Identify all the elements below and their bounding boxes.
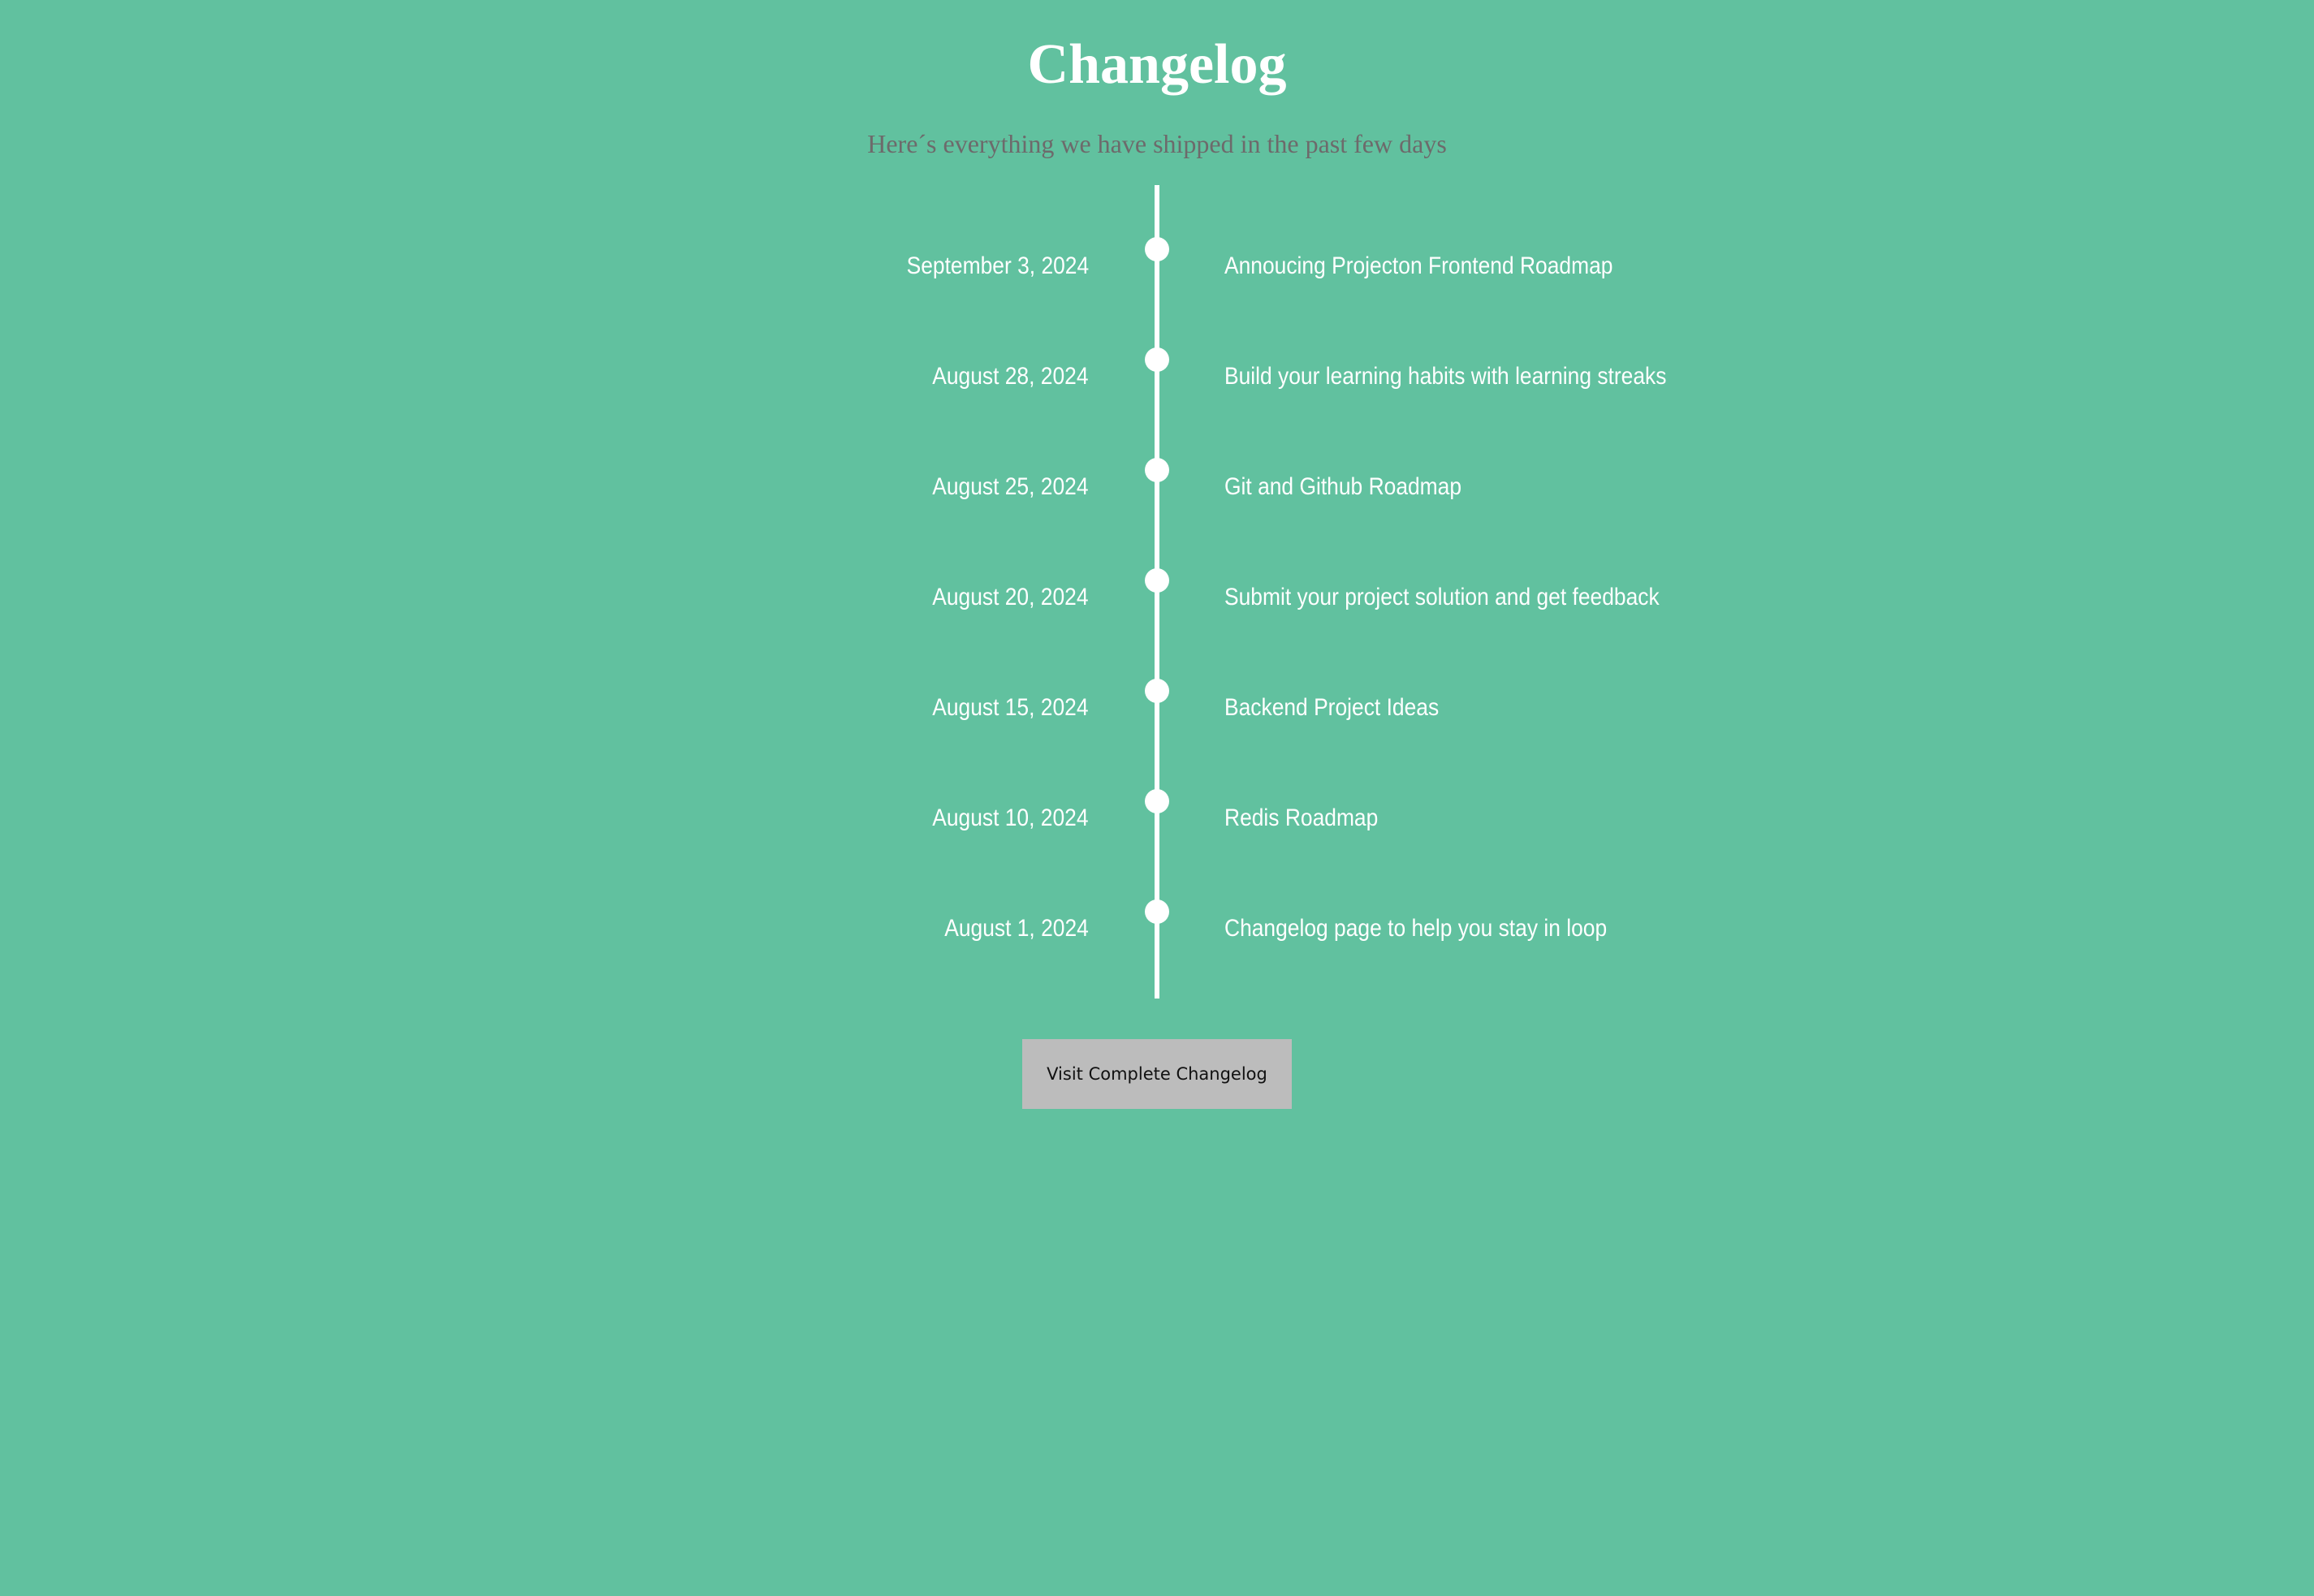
timeline-entry: August 25, 2024 Git and Github Roadmap [0, 419, 2314, 529]
timeline-dot-icon [1145, 789, 1169, 813]
entry-date: August 25, 2024 [932, 473, 1089, 500]
entry-title-link[interactable]: Build your learning habits with learning… [1224, 360, 1666, 393]
timeline-dot-icon [1145, 237, 1169, 261]
timeline-entry: August 28, 2024 Build your learning habi… [0, 308, 2314, 419]
entry-title-link[interactable]: Submit your project solution and get fee… [1224, 581, 1660, 614]
timeline-entry: August 1, 2024 Changelog page to help yo… [0, 861, 2314, 971]
timeline-entry: August 10, 2024 Redis Roadmap [0, 750, 2314, 861]
entry-title-link[interactable]: Git and Github Roadmap [1224, 471, 1461, 503]
timeline-dot-icon [1145, 899, 1169, 924]
page-title: Changelog [1027, 33, 1287, 96]
entry-date: August 1, 2024 [944, 915, 1089, 942]
entry-date: August 20, 2024 [932, 584, 1089, 610]
entry-title-link[interactable]: Backend Project Ideas [1224, 692, 1439, 724]
timeline-entry: August 20, 2024 Submit your project solu… [0, 529, 2314, 640]
page-subtitle: Here´s everything we have shipped in the… [867, 129, 1447, 158]
entry-title-link[interactable]: Annoucing Projecton Frontend Roadmap [1224, 250, 1612, 283]
entry-date: August 10, 2024 [932, 804, 1089, 831]
entry-date: September 3, 2024 [906, 252, 1089, 279]
timeline-dot-icon [1145, 347, 1169, 372]
timeline-dot-icon [1145, 679, 1169, 703]
timeline-dot-icon [1145, 568, 1169, 593]
entry-date: August 28, 2024 [932, 363, 1089, 390]
entry-title-link[interactable]: Changelog page to help you stay in loop [1224, 912, 1607, 945]
entry-title-link[interactable]: Redis Roadmap [1224, 802, 1378, 835]
timeline-dot-icon [1145, 458, 1169, 482]
visit-changelog-button[interactable]: Visit Complete Changelog [1022, 1039, 1292, 1109]
entry-date: August 15, 2024 [932, 694, 1089, 721]
timeline-entry: September 3, 2024 Annoucing Projecton Fr… [0, 198, 2314, 308]
timeline-entry: August 15, 2024 Backend Project Ideas [0, 640, 2314, 750]
